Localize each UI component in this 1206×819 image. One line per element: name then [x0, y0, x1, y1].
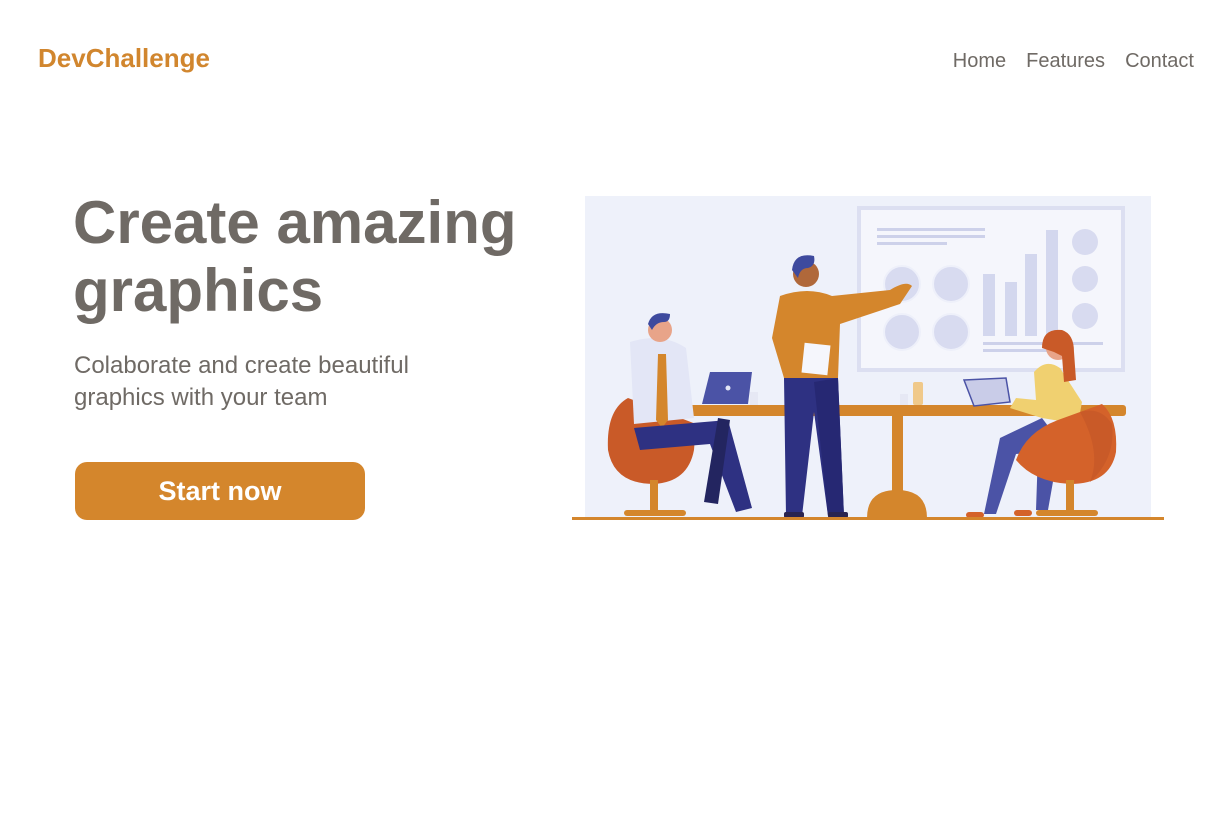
logo[interactable]: DevChallenge	[38, 43, 210, 74]
main-nav: Home Features Contact	[953, 50, 1194, 73]
nav-features-link[interactable]: Features	[1026, 50, 1105, 73]
hero-subtitle: Colaborate and create beautiful graphics…	[74, 352, 409, 411]
nav-home-link[interactable]: Home	[953, 50, 1006, 73]
ground-line	[572, 517, 1164, 520]
hero-title: Create amazing graphics	[73, 189, 517, 324]
nav-contact-link[interactable]: Contact	[1125, 50, 1194, 73]
start-now-button[interactable]: Start now	[75, 462, 365, 520]
team-meeting-illustration	[572, 196, 1164, 520]
